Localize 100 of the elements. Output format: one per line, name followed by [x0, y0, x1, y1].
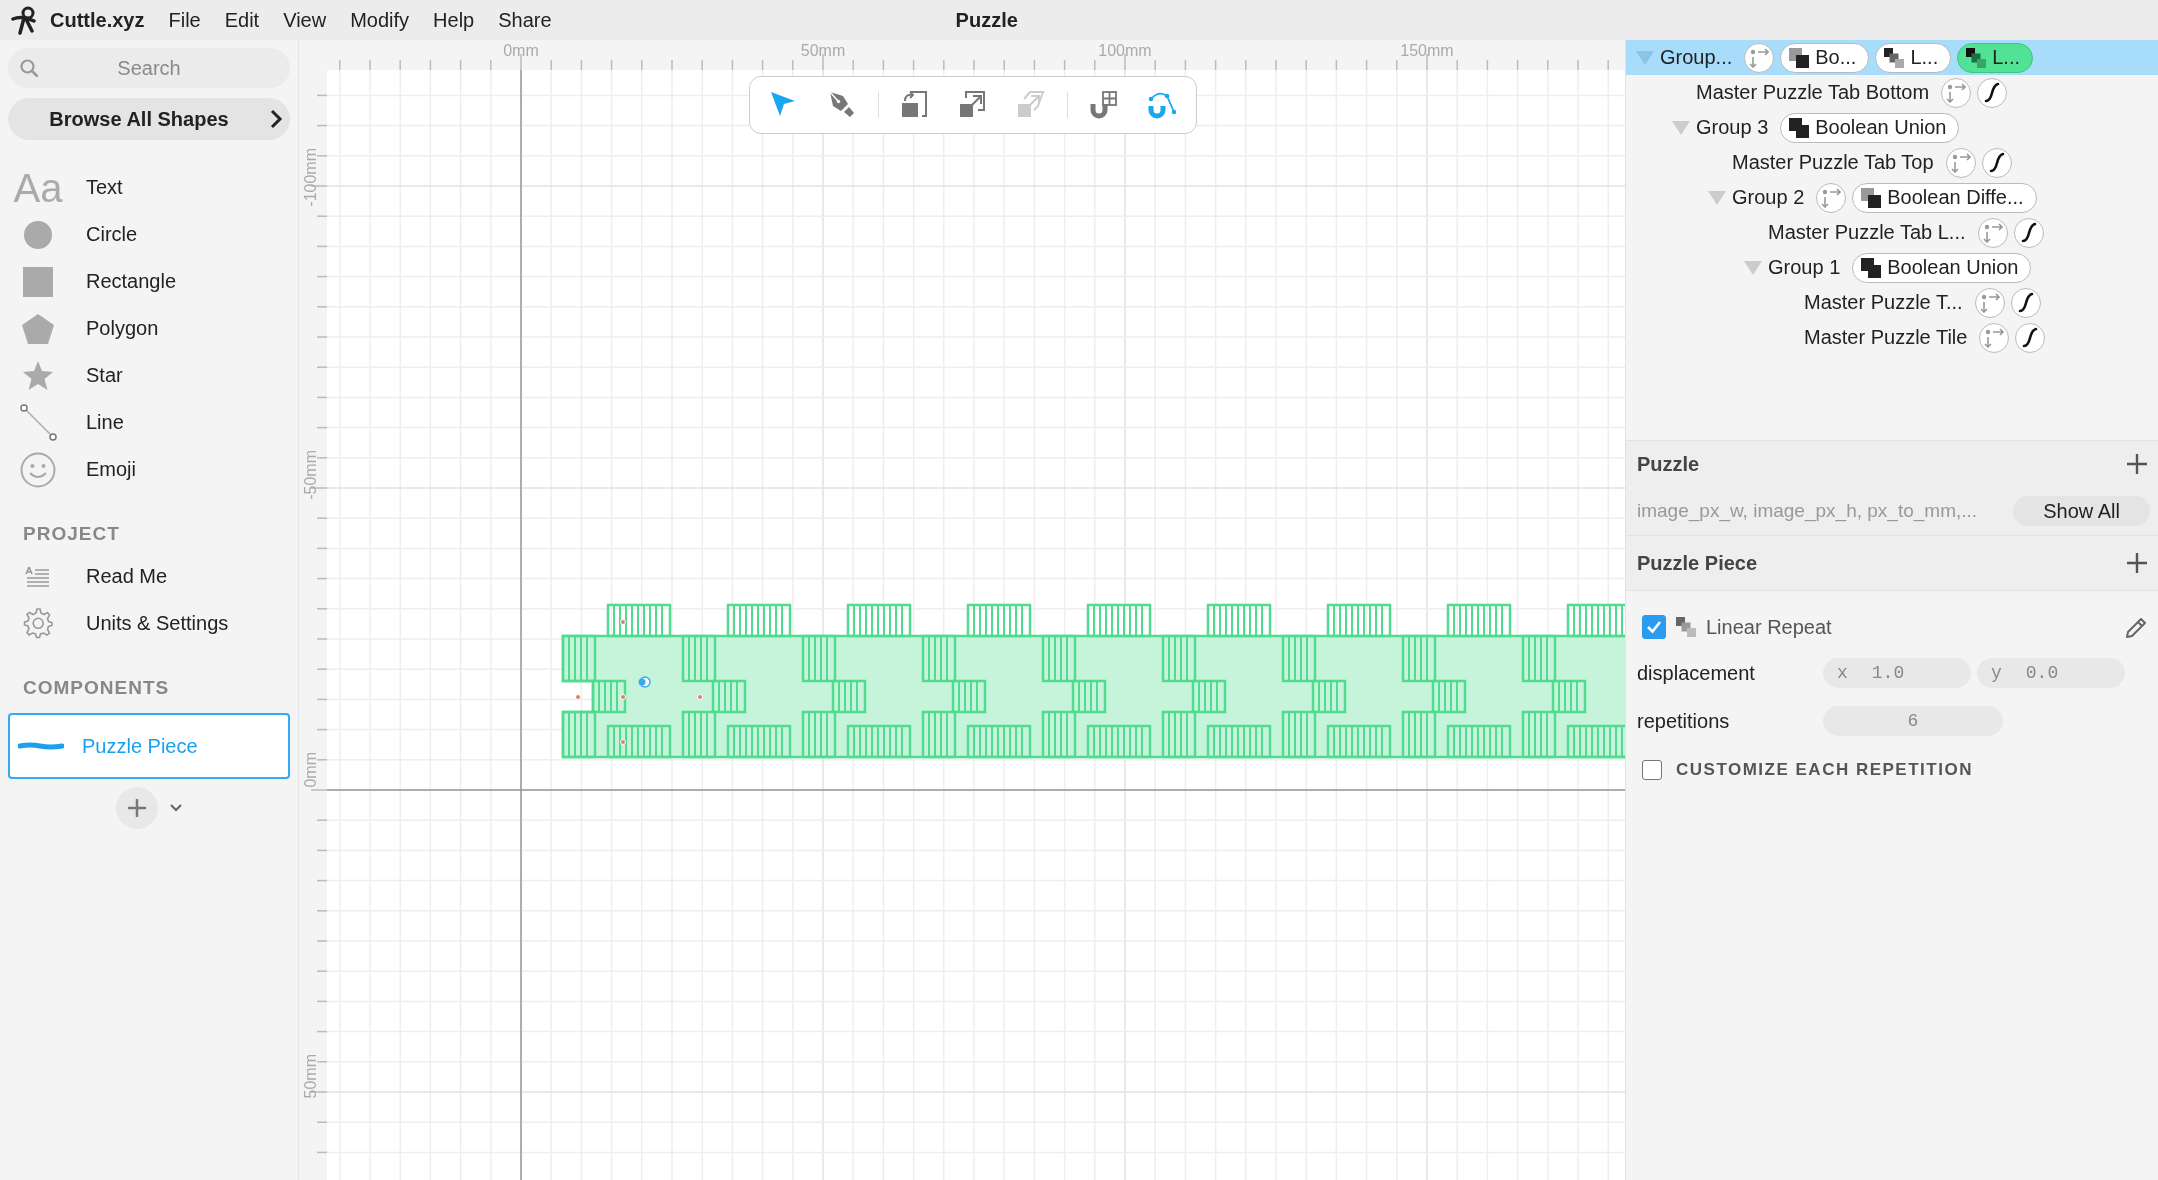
pentagon-icon	[22, 313, 54, 344]
modifier-chip[interactable]: Boolean Union	[1852, 252, 2032, 283]
layer-name: Master Puzzle Tab L...	[1768, 221, 1966, 244]
sidebar-item[interactable]: Units & Settings	[86, 612, 229, 635]
sidebar-item[interactable]: Rectangle	[86, 270, 177, 293]
line-icon	[19, 404, 57, 441]
modifier-name: Linear Repeat	[1706, 615, 1832, 639]
chevron-down-icon	[170, 804, 182, 812]
layer-name: Group 1	[1768, 256, 1841, 279]
path-edit-button[interactable]	[1981, 147, 2012, 178]
scale-frame-icon[interactable]	[958, 90, 988, 120]
text-lines-icon	[25, 565, 51, 588]
layer-name: Master Puzzle Tile	[1804, 326, 1968, 349]
modifier-chip[interactable]: Boolean Union	[1780, 112, 1960, 143]
ruler-label: 100mm	[1098, 42, 1152, 60]
tree-row[interactable]: Master Puzzle Tab Top	[1626, 145, 2158, 180]
overlap-squares-icon	[1861, 187, 1882, 208]
browse-all-shapes-button[interactable]: Browse All Shapes	[8, 98, 290, 140]
pencil-icon[interactable]	[2125, 615, 2148, 639]
add-component-button[interactable]	[116, 787, 158, 829]
modifier-chip[interactable]: L...	[1957, 42, 2033, 73]
modifier-chip[interactable]: Bo...	[1780, 42, 1870, 73]
tree-row[interactable]: Master Puzzle Tab Bottom	[1626, 75, 2158, 110]
stacked-squares-icon	[1676, 617, 1696, 637]
plus-icon	[2126, 453, 2148, 475]
tree-row[interactable]: Master Puzzle T...	[1626, 285, 2158, 320]
menu-item[interactable]: Edit	[224, 8, 260, 32]
tree-row[interactable]: Group 2 Boolean Diffe...	[1626, 180, 2158, 215]
path-edit-button[interactable]	[2015, 322, 2046, 353]
path-edit-button[interactable]	[1977, 77, 2008, 108]
path-edit-button[interactable]	[2010, 287, 2041, 318]
ruler-label: -100mm	[302, 148, 320, 207]
ruler-label: 50mm	[800, 42, 846, 60]
section-heading: COMPONENTS	[23, 677, 171, 699]
transform-arrows-icon	[1984, 327, 2005, 348]
tree-row[interactable]: Master Puzzle Tile	[1626, 320, 2158, 355]
rotate-frame-icon[interactable]	[900, 90, 930, 120]
transform-button[interactable]	[1974, 287, 2005, 318]
modifier-chip[interactable]: Boolean Diffe...	[1852, 182, 2037, 213]
transform-arrows-icon	[1946, 82, 1967, 103]
app-name: Cuttle.xyz	[50, 8, 145, 32]
path-edit-button[interactable]	[2013, 217, 2044, 248]
add-parameter-button[interactable]	[2126, 453, 2148, 475]
sidebar-item[interactable]: Star	[86, 364, 123, 387]
union-squares-icon	[1789, 117, 1810, 138]
square-icon	[23, 266, 53, 297]
show-all-button[interactable]: Show All	[2013, 496, 2150, 526]
menu-item[interactable]: File	[168, 8, 201, 32]
stacked-squares-icon	[1884, 47, 1905, 68]
modifier-chip[interactable]: L...	[1875, 42, 1952, 73]
transform-button[interactable]	[1816, 182, 1847, 213]
transform-arrows-icon	[1982, 222, 2003, 243]
plus-icon	[2126, 552, 2148, 574]
search-icon	[20, 59, 38, 77]
tree-row[interactable]: Group... Bo... L... L...	[1626, 40, 2158, 75]
layer-name: Master Puzzle Tab Top	[1732, 151, 1934, 174]
sidebar-item[interactable]: Line	[86, 411, 124, 434]
union-squares-icon	[1861, 257, 1882, 278]
star-icon	[23, 361, 53, 390]
sidebar-item[interactable]: Circle	[86, 223, 138, 246]
circle-icon	[23, 219, 53, 250]
magnet-curve-icon[interactable]	[1147, 90, 1177, 120]
menu-item[interactable]: Modify	[350, 8, 410, 32]
sidebar-item[interactable]: Emoji	[86, 458, 136, 481]
tree-row[interactable]: Master Puzzle Tab L...	[1626, 215, 2158, 250]
layer-name: Master Puzzle T...	[1804, 291, 1963, 314]
transform-arrows-icon	[1821, 187, 1842, 208]
text-glyph-icon: Aa	[13, 167, 63, 208]
search-field[interactable]: Search	[8, 48, 290, 88]
pen-icon[interactable]	[827, 90, 857, 120]
sidebar-item[interactable]: Text	[86, 176, 123, 199]
sidebar-item[interactable]: Polygon	[86, 317, 159, 340]
field-label: repetitions	[1637, 709, 1731, 733]
transform-arrows-icon	[1950, 152, 1971, 173]
tree-row[interactable]: Group 1 Boolean Union	[1626, 250, 2158, 285]
layer-name: Master Puzzle Tab Bottom	[1696, 81, 1930, 104]
document-title: Puzzle	[955, 8, 1018, 32]
menu-item[interactable]: Help	[433, 8, 475, 32]
wave-line-icon	[18, 741, 64, 751]
transform-button[interactable]	[1977, 217, 2008, 248]
tree-row[interactable]: Group 3 Boolean Union	[1626, 110, 2158, 145]
ruler-label: 50mm	[302, 1054, 320, 1099]
transform-arrows-icon	[1749, 47, 1770, 68]
magnet-grid-icon[interactable]	[1089, 90, 1119, 120]
transform-button[interactable]	[1744, 42, 1775, 73]
transform-button[interactable]	[1941, 77, 1972, 108]
section-title: Puzzle	[1637, 452, 1700, 476]
sidebar-item[interactable]: Read Me	[86, 565, 168, 588]
field-label: displacement	[1637, 661, 1756, 685]
menu-item[interactable]: Share	[498, 8, 552, 32]
checkbox[interactable]	[1642, 760, 1662, 780]
add-modifier-button[interactable]	[2126, 552, 2148, 574]
checkbox[interactable]	[1642, 615, 1666, 639]
ruler-label: 0mm	[302, 752, 320, 788]
menu-item[interactable]: View	[283, 8, 327, 32]
parameter-summary: image_px_w, image_px_h, px_to_mm,...	[1637, 500, 1978, 522]
gear-icon	[22, 608, 54, 639]
transform-button[interactable]	[1945, 147, 1976, 178]
ruler-label: 150mm	[1400, 42, 1454, 60]
ruler-label: 0mm	[503, 42, 539, 60]
